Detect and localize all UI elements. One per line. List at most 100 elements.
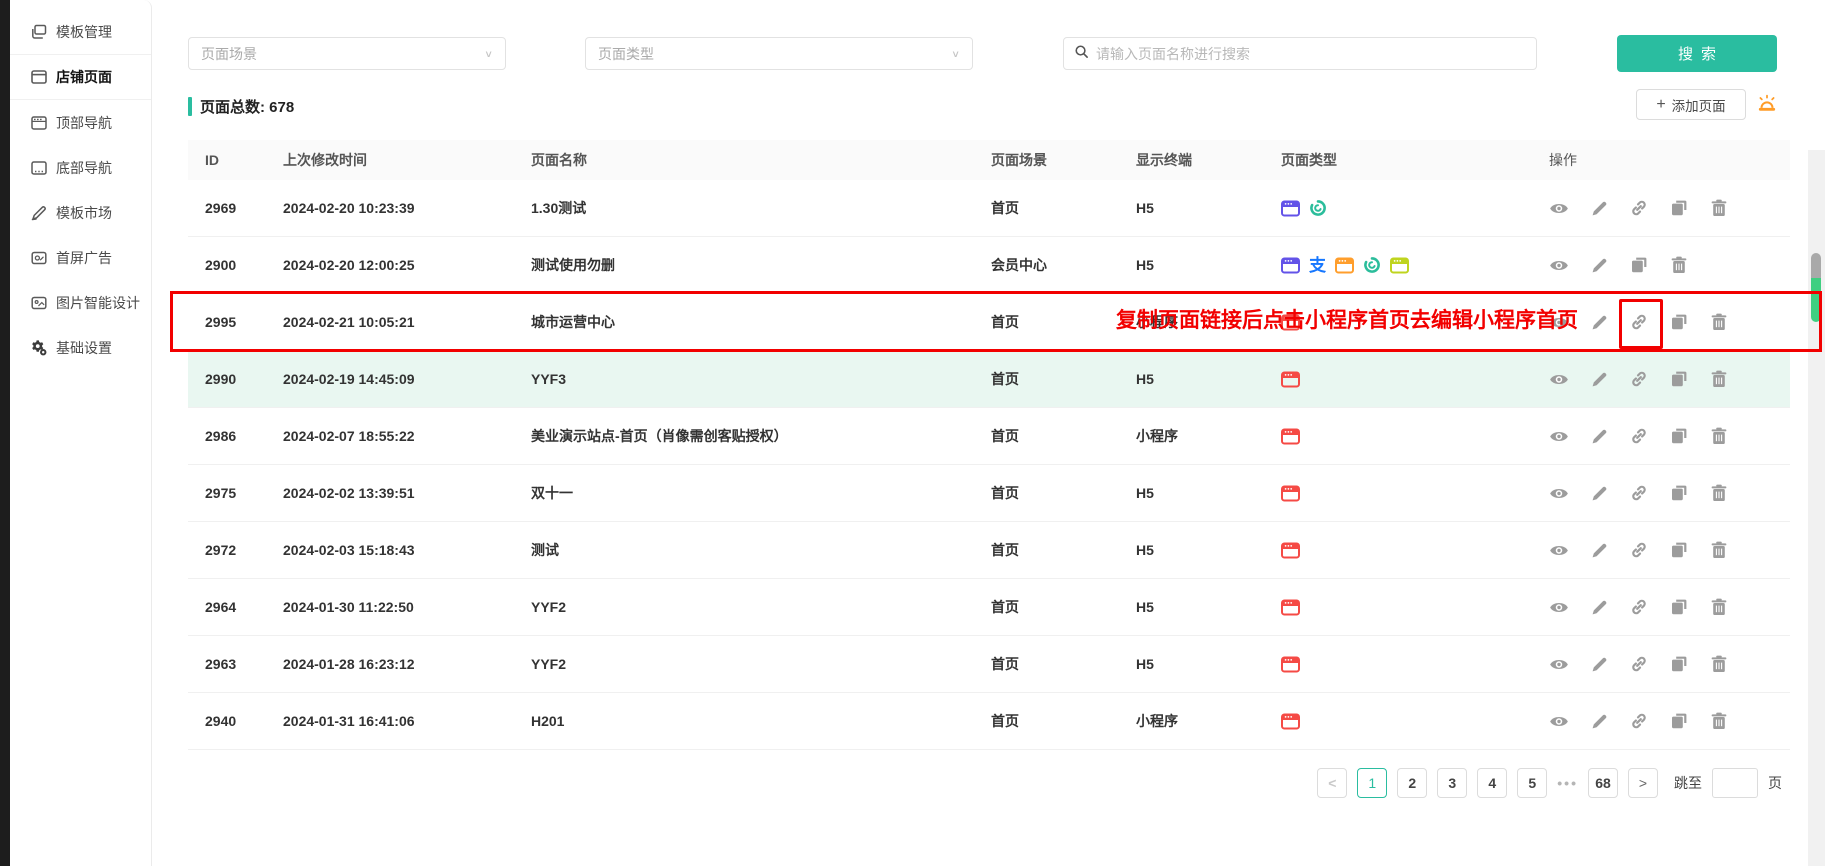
search-button[interactable]: 搜索 bbox=[1617, 35, 1777, 72]
delete-action-icon[interactable] bbox=[1669, 255, 1689, 275]
view-action-icon[interactable] bbox=[1549, 597, 1569, 617]
view-action-icon[interactable] bbox=[1549, 540, 1569, 560]
cell-page-name: 城市运营中心 bbox=[531, 312, 991, 332]
edit-action-icon[interactable] bbox=[1589, 426, 1609, 446]
link-action-icon[interactable] bbox=[1629, 711, 1649, 731]
sidebar-item-首屏广告[interactable]: 首屏广告 bbox=[10, 235, 151, 280]
copy-action-icon[interactable] bbox=[1669, 654, 1689, 674]
sidebar-item-底部导航[interactable]: 底部导航 bbox=[10, 145, 151, 190]
delete-action-icon[interactable] bbox=[1709, 369, 1729, 389]
link-action-icon[interactable] bbox=[1629, 312, 1649, 332]
cell-page-name: 测试使用勿删 bbox=[531, 255, 991, 275]
page-button-5[interactable]: 5 bbox=[1517, 768, 1547, 798]
view-action-icon[interactable] bbox=[1549, 711, 1569, 731]
edit-action-icon[interactable] bbox=[1589, 540, 1609, 560]
edit-action-icon[interactable] bbox=[1589, 711, 1609, 731]
cell-terminal: 小程序 bbox=[1136, 426, 1281, 446]
page-button-2[interactable]: 2 bbox=[1397, 768, 1427, 798]
cell-terminal: H5 bbox=[1136, 257, 1281, 273]
page-button-4[interactable]: 4 bbox=[1477, 768, 1507, 798]
edit-action-icon[interactable] bbox=[1589, 198, 1609, 218]
page-total-text: 页面总数: 678 bbox=[200, 96, 294, 117]
add-page-button[interactable]: + 添加页面 bbox=[1636, 89, 1746, 120]
edit-action-icon[interactable] bbox=[1589, 369, 1609, 389]
view-action-icon[interactable] bbox=[1549, 483, 1569, 503]
jump-page-input[interactable] bbox=[1712, 768, 1758, 798]
delete-action-icon[interactable] bbox=[1709, 540, 1729, 560]
link-action-icon[interactable] bbox=[1629, 540, 1649, 560]
view-action-icon[interactable] bbox=[1549, 369, 1569, 389]
search-box[interactable] bbox=[1063, 37, 1537, 70]
scrollbar-track[interactable] bbox=[1808, 150, 1825, 866]
view-action-icon[interactable] bbox=[1549, 312, 1569, 332]
pagination-ellipsis[interactable]: ••• bbox=[1557, 775, 1578, 791]
sidebar-item-店铺页面[interactable]: 店铺页面 bbox=[10, 55, 151, 100]
page-scene-select[interactable]: 页面场景 ∨ bbox=[188, 37, 506, 70]
copy-action-icon[interactable] bbox=[1669, 483, 1689, 503]
delete-action-icon[interactable] bbox=[1709, 654, 1729, 674]
copy-action-icon[interactable] bbox=[1669, 597, 1689, 617]
link-action-icon[interactable] bbox=[1629, 198, 1649, 218]
sidebar-item-基础设置[interactable]: 基础设置 bbox=[10, 325, 151, 370]
edit-action-icon[interactable] bbox=[1589, 312, 1609, 332]
edit-action-icon[interactable] bbox=[1589, 597, 1609, 617]
cell-page-scene: 首页 bbox=[991, 597, 1136, 617]
sidebar-item-模板管理[interactable]: 模板管理 bbox=[10, 10, 151, 55]
link-action-icon[interactable] bbox=[1629, 483, 1649, 503]
table-header-row: ID上次修改时间页面名称页面场景显示终端页面类型操作 bbox=[188, 140, 1790, 180]
link-action-icon[interactable] bbox=[1629, 426, 1649, 446]
prev-page-button[interactable]: < bbox=[1317, 768, 1347, 798]
cell-actions bbox=[1516, 312, 1790, 332]
edit-action-icon[interactable] bbox=[1589, 654, 1609, 674]
cell-modified-time: 2024-02-02 13:39:51 bbox=[283, 485, 531, 501]
view-action-icon[interactable] bbox=[1549, 255, 1569, 275]
delete-action-icon[interactable] bbox=[1709, 483, 1729, 503]
search-input[interactable] bbox=[1096, 46, 1526, 62]
cell-actions bbox=[1516, 198, 1790, 218]
edit-action-icon[interactable] bbox=[1589, 483, 1609, 503]
page-button-68[interactable]: 68 bbox=[1588, 768, 1618, 798]
cell-page-scene: 首页 bbox=[991, 312, 1136, 332]
view-action-icon[interactable] bbox=[1549, 654, 1569, 674]
copy-action-icon[interactable] bbox=[1669, 198, 1689, 218]
purple-page-icon bbox=[1281, 257, 1300, 274]
sidebar-item-模板市场[interactable]: 模板市场 bbox=[10, 190, 151, 235]
link-action-icon[interactable] bbox=[1629, 369, 1649, 389]
add-page-label: 添加页面 bbox=[1672, 95, 1726, 115]
sidebar-item-图片智能设计[interactable]: 图片智能设计 bbox=[10, 280, 151, 325]
cell-page-type bbox=[1281, 656, 1516, 673]
delete-action-icon[interactable] bbox=[1709, 711, 1729, 731]
copy-action-icon[interactable] bbox=[1669, 711, 1689, 731]
copy-action-icon[interactable] bbox=[1669, 369, 1689, 389]
view-action-icon[interactable] bbox=[1549, 198, 1569, 218]
edit-action-icon[interactable] bbox=[1589, 255, 1609, 275]
sidebar-item-顶部导航[interactable]: 顶部导航 bbox=[10, 100, 151, 145]
delete-action-icon[interactable] bbox=[1709, 426, 1729, 446]
cell-page-name: 1.30测试 bbox=[531, 198, 991, 218]
link-action-icon[interactable] bbox=[1629, 654, 1649, 674]
delete-action-icon[interactable] bbox=[1709, 312, 1729, 332]
view-action-icon[interactable] bbox=[1549, 426, 1569, 446]
copy-action-icon[interactable] bbox=[1669, 540, 1689, 560]
page-button-1[interactable]: 1 bbox=[1357, 768, 1387, 798]
copy-action-icon[interactable] bbox=[1629, 255, 1649, 275]
scrollbar-thumb-gray[interactable] bbox=[1811, 253, 1821, 281]
delete-action-icon[interactable] bbox=[1709, 198, 1729, 218]
cell-actions bbox=[1516, 654, 1790, 674]
table-row: 29722024-02-03 15:18:43测试首页H5 bbox=[188, 522, 1790, 579]
delete-action-icon[interactable] bbox=[1709, 597, 1729, 617]
page-button-3[interactable]: 3 bbox=[1437, 768, 1467, 798]
search-icon bbox=[1074, 44, 1089, 64]
next-page-button[interactable]: > bbox=[1628, 768, 1658, 798]
copy-action-icon[interactable] bbox=[1669, 426, 1689, 446]
copy-action-icon[interactable] bbox=[1669, 312, 1689, 332]
cell-actions bbox=[1516, 426, 1790, 446]
cell-id: 2964 bbox=[188, 599, 283, 615]
cell-page-type: 支 bbox=[1281, 256, 1516, 274]
scrollbar-thumb-green[interactable] bbox=[1811, 278, 1821, 322]
link-action-icon[interactable] bbox=[1629, 597, 1649, 617]
page-type-select[interactable]: 页面类型 ∨ bbox=[585, 37, 973, 70]
column-header: 操作 bbox=[1516, 150, 1790, 170]
alarm-bell-icon[interactable] bbox=[1756, 93, 1778, 115]
table-row: 29862024-02-07 18:55:22美业演示站点-首页（肖像需创客贴授… bbox=[188, 408, 1790, 465]
